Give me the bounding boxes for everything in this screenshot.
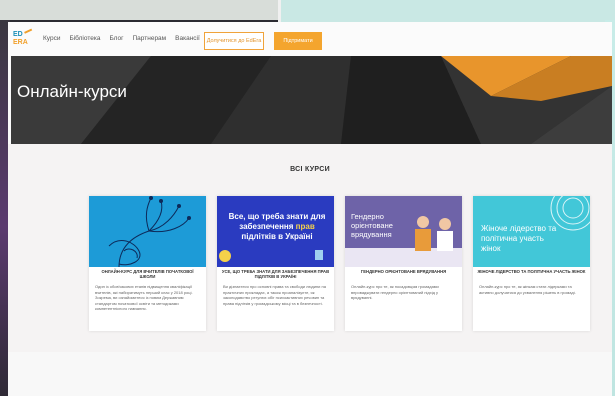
course-description: Онлайн-курс про те, як посадовцям громад… (351, 284, 439, 300)
course-card-gender-governance[interactable]: Гендерно орієнтоване врядування ГЕНДЕРНО… (345, 196, 462, 331)
website: ED ERA Курси Бібліотека Блог Партнерам В… (8, 22, 612, 396)
course-image-caption: Жіноче лідерство та політична участь жін… (481, 224, 557, 253)
course-image-gender-governance: Гендерно орієнтоване врядування (345, 196, 462, 267)
decor-shapes-icon (219, 250, 323, 262)
courses-section: ВСІ КУРСИ ОНЛАЙН-КУРС ДЛЯ ВЧИТЕЛІВ ПОЧАТ… (8, 144, 612, 396)
course-image-teen-rights: Все, що треба знати для забезпечення пра… (217, 196, 334, 267)
nav-item-courses[interactable]: Курси (43, 35, 60, 42)
hero-banner: Онлайн-курси (11, 56, 612, 144)
background-top-accent (278, 0, 615, 22)
main-nav: Курси Бібліотека Блог Партнерам Вакансії (43, 35, 200, 42)
page-title: Онлайн-курси (17, 82, 127, 101)
flower-illustration-icon (108, 196, 191, 267)
course-image-primary-school (89, 196, 206, 267)
course-card-women-leadership[interactable]: Жіноче лідерство та політична участь жін… (473, 196, 590, 331)
course-card-primary-school[interactable]: ОНЛАЙН-КУРС ДЛЯ ВЧИТЕЛІВ ПОЧАТКОВОЇ ШКОЛ… (89, 196, 206, 331)
course-card-teen-rights[interactable]: Все, що треба знати для забезпечення пра… (217, 196, 334, 331)
course-image-women-leadership: Жіноче лідерство та політична участь жін… (473, 196, 590, 267)
logo-text-bottom: ERA (13, 39, 28, 46)
course-description: Ви дізнаєтеся про основні права та свобо… (223, 284, 326, 306)
support-button[interactable]: Підтримати (274, 32, 322, 50)
edera-logo[interactable]: ED ERA (13, 28, 37, 49)
course-description: Один із обов'язкових етапів підвищення к… (95, 284, 193, 311)
nav-item-blog[interactable]: Блог (109, 35, 123, 42)
course-description: Онлайн-курс про те, як жінкам стати ліде… (479, 284, 576, 295)
course-title: ЖІНОЧЕ ЛІДЕРСТВО ТА ПОЛІТИЧНА УЧАСТЬ ЖІН… (477, 269, 586, 274)
section-title: ВСІ КУРСИ (290, 166, 330, 173)
course-title: УСЕ, ЩО ТРЕБА ЗНАТИ ДЛЯ ЗАБЕЗПЕЧЕННЯ ПРА… (221, 269, 330, 279)
course-title: ГЕНДЕРНО ОРІЄНТОВАНЕ ВРЯДУВАННЯ (360, 269, 447, 274)
logo-spark-icon (24, 28, 34, 38)
course-title: ОНЛАЙН-КУРС ДЛЯ ВЧИТЕЛІВ ПОЧАТКОВОЇ ШКОЛ… (101, 269, 194, 279)
bottom-area (8, 352, 612, 396)
site-header: ED ERA Курси Бібліотека Блог Партнерам В… (8, 22, 612, 56)
join-button[interactable]: Долучитися до EdEra (204, 32, 264, 50)
nav-item-partners[interactable]: Партнерам (133, 35, 167, 42)
people-illustration-icon (345, 216, 462, 267)
nav-item-vacancies[interactable]: Вакансії (175, 35, 200, 42)
nav-item-library[interactable]: Бібліотека (69, 35, 100, 42)
logo-text-top: ED (13, 31, 23, 38)
